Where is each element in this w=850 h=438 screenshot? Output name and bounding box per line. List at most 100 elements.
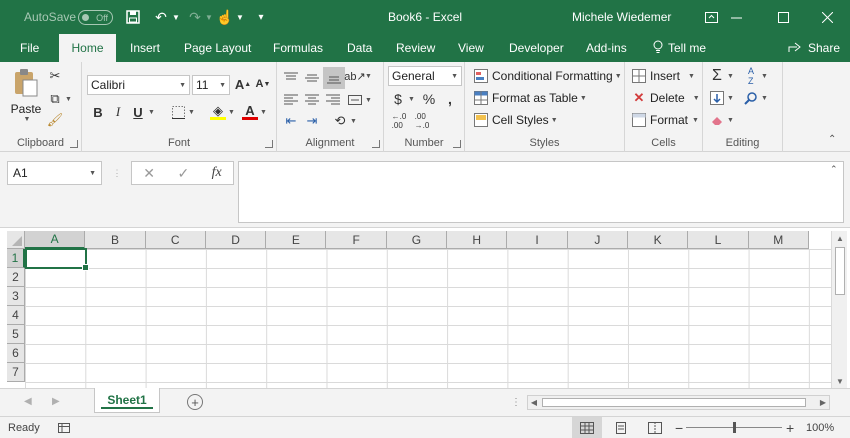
tab-data[interactable]: Data [336, 34, 383, 62]
column-header[interactable]: H [447, 231, 508, 249]
undo-icon[interactable]: ↶ [152, 0, 170, 34]
zoom-in-icon[interactable]: + [786, 417, 794, 438]
conditional-formatting-button[interactable]: Conditional Formatting ▼ [473, 68, 622, 84]
sort-filter-button[interactable]: A Z ▼ [743, 66, 768, 86]
copy-button[interactable]: ⧉ ▼ [47, 91, 72, 107]
minimize-icon[interactable] [713, 0, 759, 34]
customize-qat-icon[interactable]: ▾ [252, 0, 270, 34]
increase-decimal-button[interactable]: ←.0.00 [390, 112, 408, 130]
bold-button[interactable]: B [90, 104, 106, 120]
format-cells-button[interactable]: Format ▼ [631, 112, 699, 128]
tab-developer[interactable]: Developer [498, 34, 575, 62]
fill-button[interactable]: ▼ [709, 90, 734, 106]
insert-cells-button[interactable]: Insert ▼ [631, 68, 695, 84]
autosave-toggle[interactable]: Off [78, 10, 113, 25]
comma-style-button[interactable]: , [442, 91, 458, 107]
share-button[interactable]: Share [788, 34, 840, 62]
paste-dropdown-icon[interactable]: ▼ [24, 116, 31, 123]
touch-mode-icon[interactable]: ☝ [216, 0, 234, 34]
percent-style-button[interactable]: % [421, 91, 437, 107]
decrease-indent-button[interactable]: ⇤ [283, 113, 299, 129]
collapse-ribbon-icon[interactable]: ⌃ [828, 134, 836, 145]
text-direction-dropdown-icon[interactable]: ▼ [350, 118, 357, 125]
row-header[interactable]: 6 [7, 344, 25, 363]
fill-color-button[interactable]: ◈ ▼ [210, 103, 235, 120]
undo-dropdown-icon[interactable]: ▼ [172, 0, 180, 34]
decrease-decimal-button[interactable]: .00 →.0 [413, 112, 431, 130]
clear-dropdown-icon[interactable]: ▼ [727, 117, 734, 124]
format-as-table-button[interactable]: Format as Table ▼ [473, 90, 587, 106]
find-select-dropdown-icon[interactable]: ▼ [761, 95, 768, 102]
row-header[interactable]: 3 [7, 287, 25, 306]
touch-mode-dropdown-icon[interactable]: ▼ [236, 0, 244, 34]
underline-button[interactable]: U ▼ [130, 104, 155, 120]
formula-input[interactable] [238, 161, 844, 223]
collapse-formula-bar-icon[interactable]: ⌃ [830, 164, 844, 175]
row-header[interactable]: 7 [7, 363, 25, 382]
tell-me-search[interactable]: Tell me [642, 34, 717, 62]
row-header[interactable]: 1 [7, 249, 25, 268]
clipboard-launcher-icon[interactable] [70, 140, 78, 148]
column-header[interactable]: J [567, 231, 628, 249]
vertical-scrollbar[interactable]: ▲ ▼ [831, 231, 847, 388]
fill-color-dropdown-icon[interactable]: ▼ [228, 109, 235, 116]
column-header[interactable]: A [25, 231, 86, 249]
clear-button[interactable]: ▼ [709, 112, 734, 128]
previous-sheet-icon[interactable]: ◀ [24, 396, 32, 407]
column-header[interactable]: L [688, 231, 749, 249]
wrap-merge-button[interactable]: ▼ [347, 92, 372, 108]
accounting-format-button[interactable]: $ ▼ [390, 91, 415, 107]
bottom-align-button[interactable] [323, 67, 345, 89]
save-icon[interactable] [124, 0, 142, 34]
formula-bar-splitter[interactable]: ⋮ [110, 166, 124, 180]
number-launcher-icon[interactable] [453, 140, 461, 148]
autosum-dropdown-icon[interactable]: ▼ [727, 73, 734, 80]
user-name[interactable]: Michele Wiedemer [572, 0, 671, 34]
tab-page-layout[interactable]: Page Layout [173, 34, 262, 62]
maximize-icon[interactable] [760, 0, 806, 34]
insert-function-icon[interactable]: fx [212, 165, 222, 181]
cancel-icon[interactable]: ✕ [143, 165, 155, 182]
font-size-combo[interactable]: 11 ▼ [192, 75, 230, 95]
column-header[interactable]: B [85, 231, 146, 249]
italic-button[interactable]: I [110, 104, 126, 120]
scroll-left-icon[interactable]: ◀ [528, 396, 540, 409]
cut-button[interactable]: ✂ [47, 68, 63, 84]
tab-review[interactable]: Review [385, 34, 446, 62]
enter-icon[interactable]: ✓ [177, 165, 189, 182]
column-header[interactable]: I [507, 231, 568, 249]
tab-split-handle-icon[interactable]: ⋮ [511, 397, 521, 408]
new-sheet-icon[interactable]: + [187, 394, 203, 410]
align-center-button[interactable] [304, 92, 320, 108]
font-color-button[interactable]: A ▼ [242, 103, 267, 120]
cell-styles-button[interactable]: Cell Styles ▼ [473, 112, 558, 128]
align-left-button[interactable] [283, 92, 299, 108]
tab-formulas[interactable]: Formulas [262, 34, 334, 62]
text-direction-button[interactable]: ⟲ ▼ [332, 113, 357, 129]
zoom-level[interactable]: 100% [806, 417, 834, 438]
row-header[interactable]: 2 [7, 268, 25, 287]
borders-dropdown-icon[interactable]: ▼ [188, 109, 195, 116]
column-header[interactable]: K [627, 231, 689, 249]
zoom-out-icon[interactable]: − [675, 417, 683, 438]
middle-align-button[interactable] [304, 70, 320, 86]
redo-dropdown-icon[interactable]: ▼ [205, 0, 213, 34]
select-all-button[interactable] [7, 231, 25, 249]
autosum-button[interactable]: Σ ▼ [709, 67, 734, 84]
font-launcher-icon[interactable] [265, 140, 273, 148]
tab-home[interactable]: Home [59, 34, 116, 62]
decrease-font-size-button[interactable]: A ▼ [255, 76, 271, 92]
font-name-combo[interactable]: Calibri ▼ [87, 75, 190, 95]
underline-dropdown-icon[interactable]: ▼ [148, 109, 155, 116]
column-header[interactable]: E [266, 231, 327, 249]
sheet-tab[interactable]: Sheet1 [94, 388, 160, 413]
horizontal-scroll-thumb[interactable] [542, 398, 806, 407]
scroll-right-icon[interactable]: ▶ [817, 396, 829, 409]
paste-button[interactable]: Paste ▼ [10, 68, 42, 123]
alignment-launcher-icon[interactable] [372, 140, 380, 148]
tab-view[interactable]: View [447, 34, 495, 62]
row-header[interactable]: 4 [7, 306, 25, 325]
merge-dropdown-icon[interactable]: ▼ [365, 97, 372, 104]
redo-icon[interactable]: ↷ [186, 0, 204, 34]
align-right-button[interactable] [325, 92, 341, 108]
